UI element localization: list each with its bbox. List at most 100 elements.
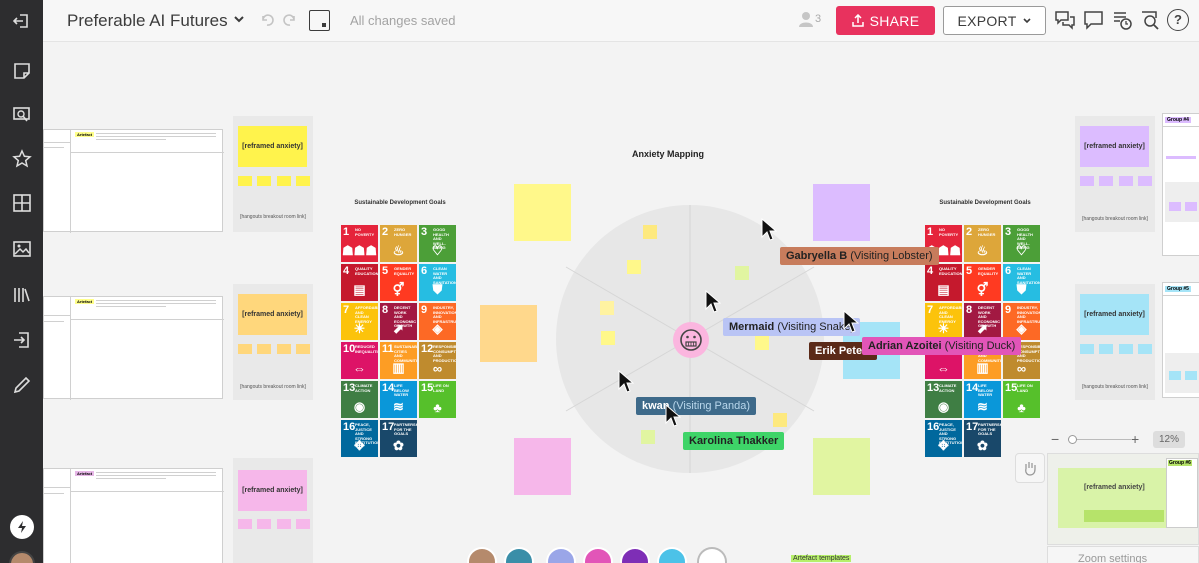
sdg-tile[interactable]: 4 QUALITY EDUCATION ▤ <box>925 264 962 301</box>
sdg-tile[interactable]: 16PEACE, JUSTICE AND STRONG INSTITUTIONS… <box>341 420 378 457</box>
reframed-sticky[interactable]: [reframed anxiety] <box>238 126 307 167</box>
group-card[interactable]: Group #5 <box>1162 282 1199 398</box>
sticky-note[interactable] <box>773 413 787 427</box>
artefact-template-card[interactable]: Artefact <box>43 468 224 563</box>
participant-avatar[interactable] <box>583 547 613 563</box>
reframed-sticky[interactable]: [reframed anxiety] <box>238 294 307 335</box>
reframed-anxiety-box[interactable]: [reframed anxiety] <box>233 458 313 563</box>
minimap[interactable]: [reframed anxiety] Group #6 <box>1047 453 1199 545</box>
sticky-note[interactable] <box>627 260 641 274</box>
sticky-note-icon[interactable] <box>6 55 37 86</box>
sdg-tile[interactable]: 9INDUSTRY, INNOVATION AND INFRASTRUCTURE… <box>1003 303 1040 340</box>
comment-search-icon[interactable] <box>6 99 37 130</box>
sticky-note[interactable] <box>600 301 614 315</box>
zoom-level[interactable]: 12% <box>1153 431 1185 448</box>
sticky-note[interactable] <box>238 344 252 354</box>
sticky-note[interactable] <box>277 344 291 354</box>
sticky-note[interactable] <box>514 184 571 241</box>
sticky-note[interactable] <box>257 519 271 529</box>
sticky-note[interactable] <box>296 519 310 529</box>
hangouts-link[interactable]: [hangouts breakout room link] <box>233 384 313 390</box>
participant-avatar[interactable] <box>504 547 534 563</box>
sdg-tile[interactable]: 8 DECENT WORK AND ECONOMIC GROWTH ⬈ <box>380 303 417 340</box>
zoom-slider[interactable] <box>1069 439 1131 440</box>
sticky-note[interactable] <box>641 430 655 444</box>
reframed-sticky[interactable]: [reframed anxiety] <box>1080 126 1149 167</box>
sticky-note[interactable] <box>1080 344 1094 354</box>
sdg-tile[interactable]: 6 CLEAN WATER AND SANITATION ⛊ <box>1003 264 1040 301</box>
reframed-anxiety-box[interactable]: [reframed anxiety] [hangouts breakout ro… <box>1075 284 1155 400</box>
sdg-tile[interactable]: 15 LIFE ON LAND ♣ <box>1003 381 1040 418</box>
sdg-tile[interactable]: 5 GENDER EQUALITY ⚥ <box>380 264 417 301</box>
sdg-tile[interactable]: 17PARTNERSHIPS FOR THE GOALS ✿ <box>380 420 417 457</box>
sdg-tile[interactable]: 16PEACE, JUSTICE AND STRONG INSTITUTIONS… <box>925 420 962 457</box>
export-button[interactable]: EXPORT <box>943 6 1046 35</box>
sticky-note[interactable] <box>1138 344 1152 354</box>
sdg-tile[interactable]: 8 DECENT WORK AND ECONOMIC GROWTH ⬈ <box>964 303 1001 340</box>
sticky-note[interactable] <box>257 344 271 354</box>
sdg-tile[interactable]: 11SUSTAINABLE CITIES AND COMMUNITIES▥ <box>380 342 417 379</box>
collaborators-count[interactable]: 3 <box>799 11 821 27</box>
frame-icon[interactable] <box>309 10 330 31</box>
reframed-anxiety-box[interactable]: [reframed anxiety] [hangouts breakout ro… <box>233 116 313 232</box>
sdg-tile[interactable]: 3 GOOD HEALTH AND WELL-BEING ♡ <box>419 225 456 262</box>
sticky-note[interactable] <box>1080 176 1094 186</box>
sticky-note[interactable] <box>1119 344 1133 354</box>
sticky-note[interactable] <box>1099 176 1113 186</box>
hangouts-link[interactable]: [hangouts breakout room link] <box>1075 384 1155 390</box>
pen-icon[interactable] <box>6 369 37 400</box>
sticky-note[interactable] <box>277 519 291 529</box>
sticky-note[interactable] <box>813 438 870 495</box>
sticky-note[interactable] <box>238 176 252 186</box>
participant-avatar[interactable] <box>657 547 687 563</box>
lightning-icon[interactable] <box>10 515 34 539</box>
zoom-out-button[interactable]: − <box>1051 431 1059 447</box>
sticky-note[interactable] <box>257 176 271 186</box>
sdg-tile[interactable]: 2 ZERO HUNGER ♨ <box>964 225 1001 262</box>
chat-icon[interactable] <box>1083 9 1105 36</box>
sdg-tile[interactable]: 14 LIFE BELOW WATER ≋ <box>964 381 1001 418</box>
reframed-sticky[interactable]: [reframed anxiety] <box>238 470 307 511</box>
sdg-tile[interactable]: 9INDUSTRY, INNOVATION AND INFRASTRUCTURE… <box>419 303 456 340</box>
board-title[interactable]: Preferable AI Futures <box>67 11 228 31</box>
sdg-tile[interactable]: 7AFFORDABLE AND CLEAN ENERGY☀ <box>341 303 378 340</box>
sticky-note[interactable] <box>296 176 310 186</box>
reframed-anxiety-box[interactable]: [reframed anxiety] [hangouts breakout ro… <box>233 284 313 400</box>
sdg-tile[interactable]: 6 CLEAN WATER AND SANITATION ⛊ <box>419 264 456 301</box>
help-icon[interactable]: ? <box>1167 9 1189 31</box>
artefact-template-card[interactable]: Artefact <box>43 129 224 233</box>
artefact-template-card[interactable]: Artefact <box>43 296 224 400</box>
activity-history-icon[interactable] <box>1111 9 1133 36</box>
sticky-note[interactable] <box>1119 176 1133 186</box>
sdg-tile[interactable]: 5 GENDER EQUALITY ⚥ <box>964 264 1001 301</box>
collapse-icon[interactable] <box>6 5 37 36</box>
sdg-tile[interactable]: 12RESPONSIBLE CONSUMPTION AND PRODUCTION… <box>419 342 456 379</box>
sticky-note[interactable] <box>813 184 870 241</box>
search-board-icon[interactable] <box>1139 9 1161 36</box>
library-icon[interactable] <box>6 279 37 310</box>
sdg-tile[interactable]: 13 CLIMATE ACTION ◉ <box>341 381 378 418</box>
reframed-anxiety-box[interactable]: [reframed anxiety] [hangouts breakout ro… <box>1075 116 1155 232</box>
zoom-in-button[interactable]: + <box>1131 431 1139 447</box>
undo-icon[interactable] <box>259 12 275 33</box>
sticky-note[interactable] <box>296 344 310 354</box>
sticky-note[interactable] <box>238 519 252 529</box>
user-avatar[interactable] <box>9 551 35 563</box>
zoom-slider-thumb[interactable] <box>1068 435 1077 444</box>
sticky-note[interactable] <box>643 225 657 239</box>
group-card[interactable]: Group #4 <box>1162 113 1199 256</box>
image-icon[interactable] <box>6 233 37 264</box>
sticky-note[interactable] <box>601 331 615 345</box>
chevron-down-icon[interactable] <box>233 12 245 30</box>
sdg-tile[interactable]: 3 GOOD HEALTH AND WELL-BEING ♡ <box>1003 225 1040 262</box>
sticky-note[interactable] <box>514 438 571 495</box>
sdg-tile[interactable]: 14 LIFE BELOW WATER ≋ <box>380 381 417 418</box>
sticky-note[interactable] <box>277 176 291 186</box>
sdg-tile[interactable]: 13 CLIMATE ACTION ◉ <box>925 381 962 418</box>
hand-tool-button[interactable] <box>1015 453 1045 483</box>
participant-avatar[interactable] <box>546 547 576 563</box>
sdg-tile[interactable]: 7AFFORDABLE AND CLEAN ENERGY☀ <box>925 303 962 340</box>
more-participants-button[interactable] <box>697 547 727 563</box>
sdg-tile[interactable]: 4 QUALITY EDUCATION ▤ <box>341 264 378 301</box>
import-icon[interactable] <box>6 324 37 355</box>
